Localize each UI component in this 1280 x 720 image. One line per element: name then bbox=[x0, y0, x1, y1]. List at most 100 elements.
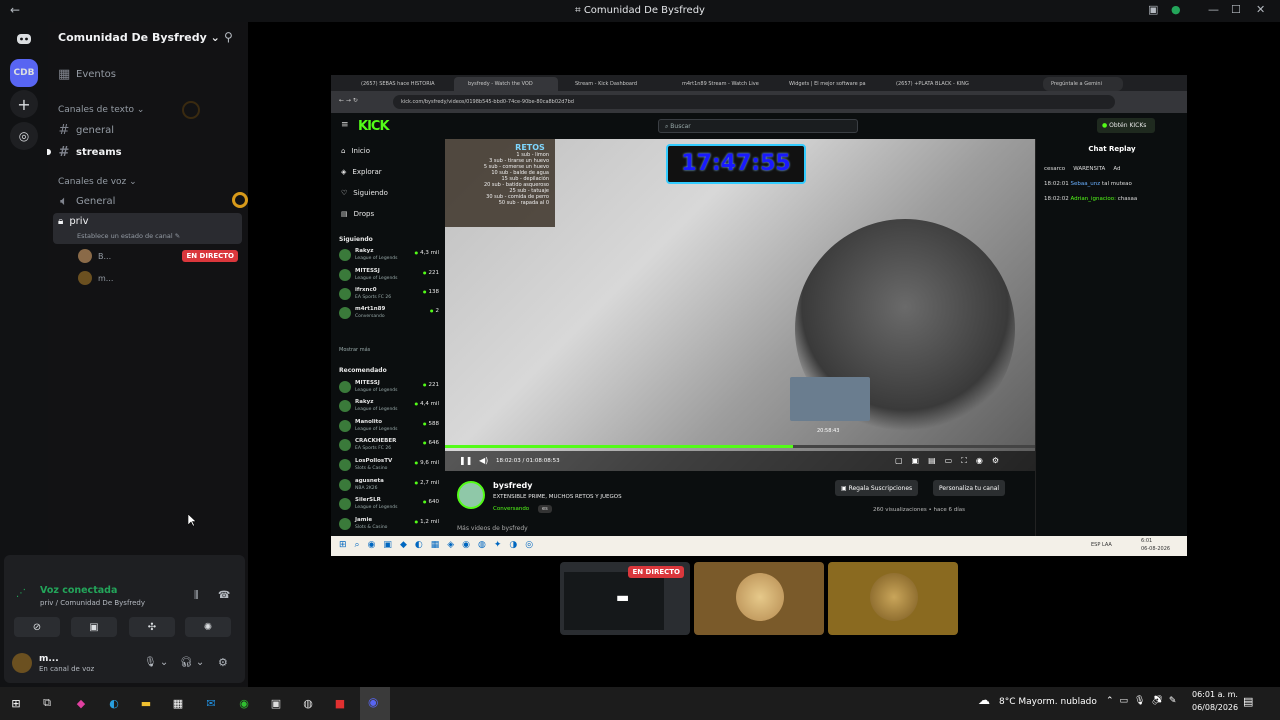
nav-inicio[interactable]: ⌂ Inicio bbox=[341, 147, 370, 155]
events-item[interactable]: ▦ Eventos bbox=[58, 67, 116, 82]
progress-bar[interactable] bbox=[445, 445, 1035, 448]
priv-status[interactable]: Establece un estado de canal ✎ bbox=[77, 232, 180, 240]
add-server-icon[interactable]: + bbox=[10, 90, 38, 118]
edge-icon[interactable]: ◐ bbox=[106, 695, 122, 711]
menu-icon[interactable]: ≡ bbox=[341, 120, 349, 130]
channel-general[interactable]: # general bbox=[58, 123, 114, 138]
help-icon[interactable]: ● bbox=[1171, 3, 1181, 16]
search-input[interactable]: ⌕ Buscar bbox=[658, 119, 858, 133]
kick-logo[interactable]: KICK bbox=[358, 119, 390, 134]
player-settings-icons[interactable]: ▢▣▤▭⛶◉⚙ bbox=[895, 456, 1008, 466]
clock-time[interactable]: 06:01 a. m. bbox=[1192, 690, 1238, 699]
discord-home-icon[interactable] bbox=[10, 25, 38, 53]
voice-channel-priv[interactable]: 🔒︎ priv Establece un estado de canal ✎ bbox=[53, 213, 242, 244]
file-explorer-icon[interactable]: ▬ bbox=[138, 695, 154, 711]
url-field[interactable]: kick.com/bysfredy/videos/0198b545-bbd0-7… bbox=[393, 95, 1115, 109]
app-red-icon[interactable]: ■ bbox=[332, 695, 348, 711]
member-row[interactable]: B... EN DIRECTO bbox=[78, 249, 238, 263]
channel-row[interactable]: SilerSLR League of Legends 640 bbox=[339, 496, 439, 514]
chat-user[interactable]: Sebaa_unz bbox=[1070, 181, 1100, 187]
minimize-button[interactable]: — bbox=[1208, 3, 1219, 16]
browser-tab[interactable]: bysfredy - Watch the VOD bbox=[454, 77, 558, 91]
video-player[interactable]: RETOS 1 sub - limon 3 sub - tirarse un h… bbox=[445, 139, 1035, 471]
channel-avatar[interactable] bbox=[457, 481, 485, 509]
noise-suppression-icon[interactable]: ⫼ bbox=[194, 590, 199, 601]
voice-status[interactable]: Voz conectada bbox=[40, 585, 117, 596]
chat-user[interactable]: Adrian_ignacioo: bbox=[1070, 196, 1116, 202]
show-more-link[interactable]: Mostrar más bbox=[339, 347, 370, 353]
channel-streams[interactable]: # streams bbox=[58, 145, 122, 160]
volume-icon[interactable]: ◀) bbox=[479, 456, 488, 465]
chrome-icon[interactable]: ◉ bbox=[236, 695, 252, 711]
clock-date[interactable]: 06/08/2026 bbox=[1192, 703, 1238, 712]
channel-row[interactable]: Rakyz League of Legends 4,3 mil bbox=[339, 247, 439, 265]
user-avatar[interactable] bbox=[12, 653, 32, 673]
voice-channel-general[interactable]: 🔈︎ General bbox=[58, 194, 115, 209]
task-view-icon[interactable]: ⧉ bbox=[39, 695, 55, 711]
customize-button[interactable]: Personaliza tu canal bbox=[933, 480, 1006, 496]
channel-row[interactable]: MITESSJ League of Legends 221 bbox=[339, 379, 439, 397]
close-button[interactable]: ✕ bbox=[1256, 3, 1265, 16]
mail-icon[interactable]: ✉ bbox=[203, 695, 219, 711]
store-icon[interactable]: ▦ bbox=[170, 695, 186, 711]
nav-explorar[interactable]: ◈ Explorar bbox=[341, 168, 382, 176]
channel-row[interactable]: MITESSJ League of Legends 221 bbox=[339, 267, 439, 285]
channel-row[interactable]: Jamie Slots & Casino 1,2 mil bbox=[339, 516, 439, 534]
text-category[interactable]: Canales de texto ⌄ bbox=[58, 105, 144, 115]
member-row[interactable]: m... bbox=[78, 271, 238, 285]
maximize-button[interactable]: ☐ bbox=[1231, 3, 1241, 16]
headphones-icon[interactable]: 🎧︎ ⌄ bbox=[180, 657, 204, 668]
speaking-ring bbox=[232, 192, 248, 208]
browser-tab[interactable]: m4rt1n89 Stream - Watch Live bbox=[668, 77, 772, 91]
stream-category[interactable]: Conversando bbox=[493, 506, 529, 512]
camera-button[interactable]: ⊘ bbox=[14, 617, 60, 637]
browser-tab[interactable]: Stream - Kick Dashboard bbox=[561, 77, 665, 91]
app-icon[interactable]: ▣ bbox=[268, 695, 284, 711]
inbox-icon[interactable]: ▣ bbox=[1148, 3, 1158, 16]
channel-row[interactable]: m4rt1n89 Conversando 2 bbox=[339, 305, 439, 323]
discover-icon[interactable]: ◎ bbox=[10, 122, 38, 150]
discord-active-tile[interactable]: ◉ bbox=[360, 687, 390, 720]
microphone-icon[interactable]: 🎙︎ ⌄ bbox=[144, 657, 168, 668]
chevron-down-icon: ⌄ bbox=[210, 31, 220, 44]
system-tray-icons[interactable]: ⌃▭🎙︎🔊︎✎ bbox=[1106, 696, 1182, 706]
gift-subs-button[interactable]: ▣ Regala Suscripciones bbox=[835, 480, 919, 496]
channel-name: Rakyz bbox=[355, 399, 374, 405]
channel-row[interactable]: CRACKHEBER EA Sports FC 26 646 bbox=[339, 437, 439, 455]
voice-category[interactable]: Canales de voz ⌄ bbox=[58, 177, 137, 187]
activities-button[interactable]: ✣ bbox=[129, 617, 175, 637]
nav-siguiendo[interactable]: ♡ Siguiendo bbox=[341, 189, 388, 197]
screen-share-button[interactable]: ▣ bbox=[71, 617, 117, 637]
add-user-icon[interactable]: ⚲ bbox=[224, 30, 233, 44]
server-icon-cdb[interactable]: CDB bbox=[10, 59, 38, 87]
user-name[interactable]: m... bbox=[39, 654, 59, 664]
notifications-icon[interactable]: ▤ bbox=[1243, 695, 1253, 708]
browser-tab[interactable]: (2657) +PLATA BLACK - KING bbox=[882, 77, 986, 91]
channel-name[interactable]: bysfredy bbox=[493, 481, 533, 490]
shared-screen[interactable]: (2657) SEBAS hace HISTORIA bysfredy - Wa… bbox=[331, 75, 1187, 556]
start-icon[interactable]: ⊞ bbox=[8, 695, 24, 711]
participant-tile[interactable] bbox=[694, 562, 824, 635]
channel-row[interactable]: Manolito League of Legends 588 bbox=[339, 418, 439, 436]
channel-row[interactable]: ifrxnc0 EA Sports FC 26 138 bbox=[339, 286, 439, 304]
weather-text[interactable]: 8°C Mayorm. nublado bbox=[999, 697, 1097, 707]
server-name[interactable]: Comunidad De Bysfredy ⌄ bbox=[58, 31, 220, 44]
soundboard-button[interactable]: ✺ bbox=[185, 617, 231, 637]
nav-drops[interactable]: ▤ Drops bbox=[341, 210, 374, 218]
copilot-icon[interactable]: ◆ bbox=[73, 695, 89, 711]
channel-row[interactable]: LosPollosTV Slots & Casino 9,6 mil bbox=[339, 457, 439, 475]
disconnect-icon[interactable]: ☎ bbox=[218, 590, 230, 601]
participant-tile-screen[interactable]: ▬ EN DIRECTO bbox=[560, 562, 690, 635]
channel-row[interactable]: Rakyz League of Legends 4,4 mil bbox=[339, 398, 439, 416]
voice-location[interactable]: priv / Comunidad De Bysfredy bbox=[40, 599, 145, 607]
browser-tab[interactable]: Widgets | El mejor software pa bbox=[775, 77, 879, 91]
obtain-kicks-button[interactable]: ● Obtén KICKs bbox=[1097, 118, 1155, 133]
settings-gear-icon[interactable]: ⚙ bbox=[218, 656, 228, 669]
browser-tab[interactable]: (2657) SEBAS hace HISTORIA bbox=[347, 77, 451, 91]
nav-arrows-icon[interactable]: ← → ↻ bbox=[339, 97, 358, 104]
gemini-button[interactable]: Pregúntale a Gemini bbox=[1043, 77, 1123, 91]
pause-icon[interactable]: ❚❚ bbox=[459, 456, 472, 465]
obs-icon[interactable]: ◍ bbox=[300, 695, 316, 711]
channel-row[interactable]: agusneta NBA 2K26 2,7 mil bbox=[339, 477, 439, 495]
participant-tile[interactable] bbox=[828, 562, 958, 635]
